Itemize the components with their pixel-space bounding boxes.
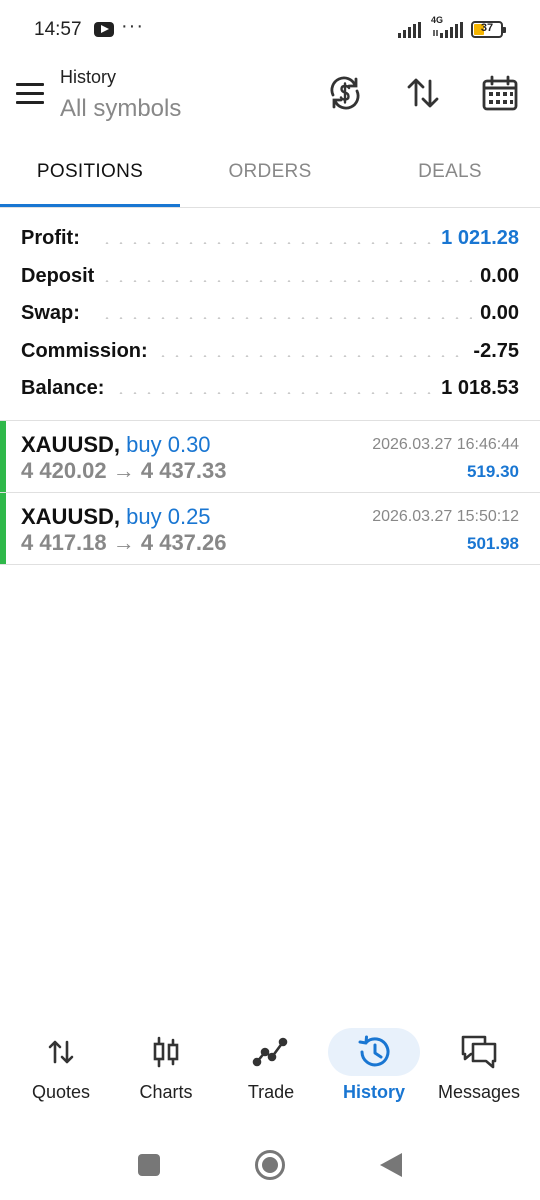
nav-label: Quotes xyxy=(31,1082,91,1102)
calendar-icon[interactable] xyxy=(480,73,520,113)
symbol-filter[interactable]: All symbols xyxy=(60,95,181,123)
bottom-navigation: Quotes Charts Trade History Messages xyxy=(0,1020,540,1120)
balance-label: Balance: xyxy=(21,377,111,400)
system-navigation xyxy=(0,1130,540,1200)
deposit-label: Deposit xyxy=(21,264,101,288)
signal-strength-4g-icon xyxy=(433,22,463,38)
battery-percentage: 37 xyxy=(480,22,494,34)
dotted-leader xyxy=(100,317,516,319)
summary-row-commission: Commission: -2.75 xyxy=(0,333,540,371)
position-type: buy 0.30 xyxy=(126,432,211,457)
nav-trade[interactable]: Trade xyxy=(217,1020,325,1120)
profit-label: Profit: xyxy=(21,227,86,250)
active-tab-indicator xyxy=(0,204,180,207)
recents-button[interactable] xyxy=(138,1154,160,1176)
swap-value: 0.00 xyxy=(472,302,519,325)
menu-icon[interactable] xyxy=(16,83,44,105)
position-prices: 4 420.02 → 4 437.33 xyxy=(21,458,227,483)
position-time: 2026.03.27 16:46:44 xyxy=(372,436,519,453)
commission-value: -2.75 xyxy=(465,339,519,363)
summary-row-deposit: Deposit 0.00 xyxy=(0,258,540,296)
tab-positions[interactable]: POSITIONS xyxy=(0,148,180,208)
list-item[interactable]: XAUUSD, buy 0.25 4 417.18 → 4 437.26 202… xyxy=(0,493,540,565)
summary-row-profit: Profit: 1 021.28 xyxy=(0,220,540,258)
status-bar: 14:57 ··· 4G 37 xyxy=(0,0,540,60)
app-header: History All symbols xyxy=(0,60,540,130)
youtube-notification-icon xyxy=(94,22,114,37)
position-header: XAUUSD, buy 0.25 xyxy=(21,504,211,530)
page-title: History xyxy=(60,67,117,87)
summary-row-swap: Swap: 0.00 xyxy=(0,295,540,333)
history-tabs: POSITIONS ORDERS DEALS xyxy=(0,148,540,208)
position-symbol: XAUUSD, xyxy=(21,504,121,529)
position-time: 2026.03.27 15:50:12 xyxy=(372,508,519,525)
candlestick-icon xyxy=(146,1032,186,1072)
deposit-value: 0.00 xyxy=(472,264,519,288)
sort-arrows-icon[interactable] xyxy=(403,73,443,113)
nav-history[interactable]: History xyxy=(320,1020,428,1120)
tab-deals[interactable]: DEALS xyxy=(360,148,540,208)
nav-charts[interactable]: Charts xyxy=(112,1020,220,1120)
nav-label: History xyxy=(342,1082,405,1102)
position-prices: 4 417.18 → 4 437.26 xyxy=(21,530,227,555)
nav-label: Charts xyxy=(139,1082,193,1102)
swap-label: Swap: xyxy=(21,302,86,325)
home-button[interactable] xyxy=(255,1150,285,1180)
battery-icon: 37 xyxy=(471,21,506,38)
signal-strength-icon xyxy=(398,22,421,38)
positions-list: XAUUSD, buy 0.30 4 420.02 → 4 437.33 202… xyxy=(0,420,540,565)
trade-line-icon xyxy=(251,1032,291,1072)
balance-value: 1 018.53 xyxy=(433,377,519,400)
summary-row-balance: Balance: 1 018.53 xyxy=(0,370,540,408)
position-profit: 519.30 xyxy=(467,462,519,481)
dotted-leader xyxy=(100,279,516,282)
status-time: 14:57 xyxy=(34,19,82,40)
more-notifications-icon: ··· xyxy=(121,15,144,37)
nav-label: Messages xyxy=(437,1082,521,1102)
list-item[interactable]: XAUUSD, buy 0.30 4 420.02 → 4 437.33 202… xyxy=(0,421,540,493)
position-symbol: XAUUSD, xyxy=(21,432,121,457)
position-profit: 501.98 xyxy=(467,534,519,553)
commission-label: Commission: xyxy=(21,339,154,363)
nav-messages[interactable]: Messages xyxy=(425,1020,533,1120)
dotted-leader xyxy=(100,354,516,357)
nav-quotes[interactable]: Quotes xyxy=(7,1020,115,1120)
tab-orders[interactable]: ORDERS xyxy=(180,148,360,208)
quotes-arrows-icon xyxy=(41,1032,81,1072)
back-button[interactable] xyxy=(380,1153,402,1177)
profit-indicator-bar xyxy=(0,493,6,564)
position-type: buy 0.25 xyxy=(126,504,211,529)
currency-exchange-icon[interactable] xyxy=(325,73,365,113)
profit-value: 1 021.28 xyxy=(433,227,519,250)
account-summary: Profit: 1 021.28 Deposit 0.00 Swap: 0.00… xyxy=(0,220,540,408)
messages-icon xyxy=(459,1032,499,1072)
nav-label: Trade xyxy=(247,1082,295,1102)
profit-indicator-bar xyxy=(0,421,6,492)
position-header: XAUUSD, buy 0.30 xyxy=(21,432,211,458)
history-clock-icon xyxy=(354,1032,394,1072)
